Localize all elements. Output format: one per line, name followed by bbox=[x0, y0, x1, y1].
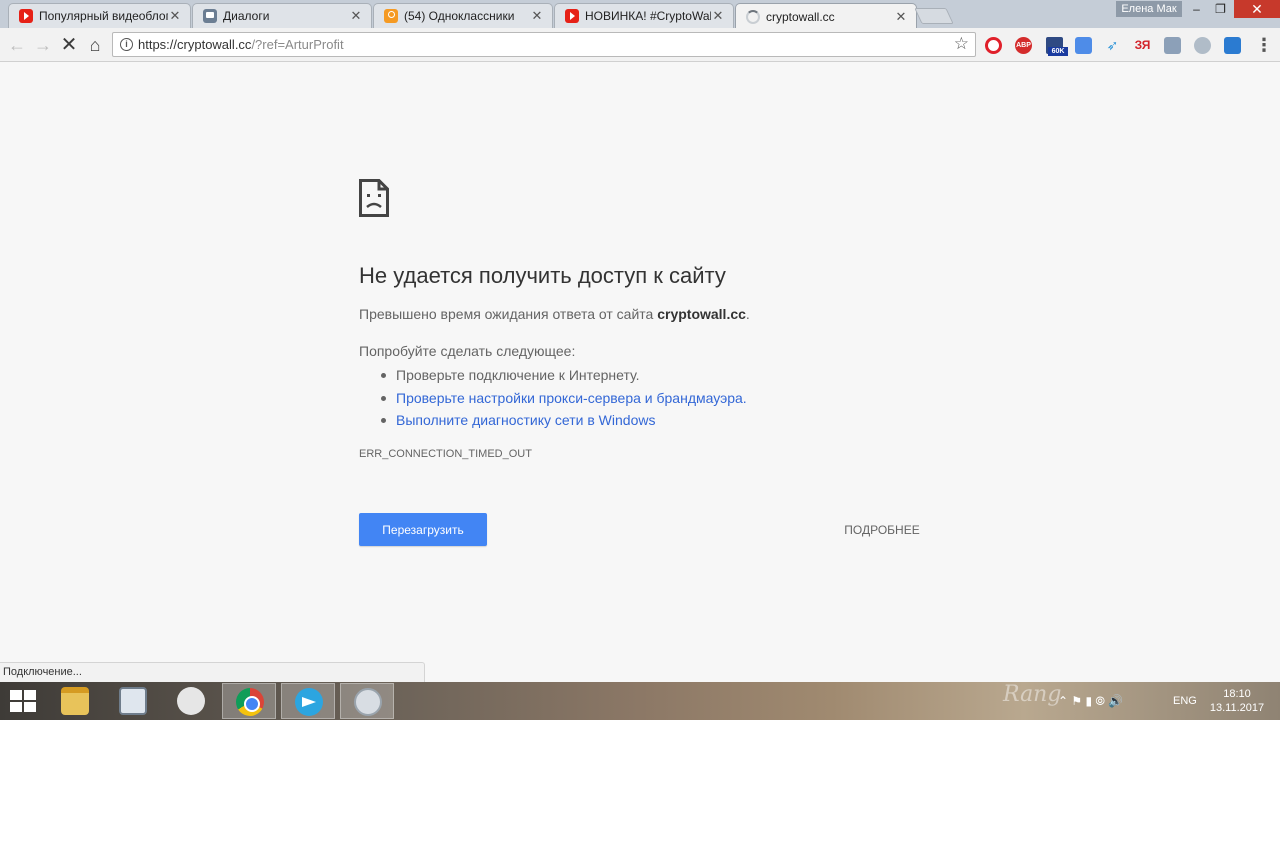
extension-badge: 60K bbox=[1048, 47, 1068, 56]
puzzle-extension-icon[interactable] bbox=[1164, 37, 1181, 54]
browser-menu-icon[interactable]: ⋮ bbox=[1254, 35, 1274, 55]
tab-title: Популярный видеоблог bbox=[39, 9, 168, 23]
taskbar-clock[interactable]: 18:10 13.11.2017 bbox=[1205, 687, 1269, 715]
restore-button[interactable]: ❐ bbox=[1207, 0, 1234, 18]
bird-extension-icon[interactable]: ➶ bbox=[1104, 37, 1121, 54]
tab-close-icon[interactable]: ✕ bbox=[168, 8, 182, 24]
palette-icon bbox=[354, 688, 382, 716]
vk-icon bbox=[203, 9, 217, 23]
url-host: https://cryptowall.cc bbox=[138, 37, 252, 52]
summary-prefix: Превышено время ожидания ответа от сайта bbox=[359, 306, 658, 322]
suggestion-check-connection: Проверьте подключение к Интернету. bbox=[381, 364, 747, 387]
wallpaper-watermark: Rang bbox=[1003, 682, 1062, 707]
error-code: ERR_CONNECTION_TIMED_OUT bbox=[359, 448, 532, 460]
clock-date: 13.11.2017 bbox=[1209, 702, 1265, 714]
stop-loading-button[interactable]: ✕ bbox=[56, 32, 82, 58]
back-button[interactable]: ← bbox=[4, 32, 30, 58]
suggestions-list: Проверьте подключение к Интернету. Прове… bbox=[381, 364, 747, 432]
windows-taskbar: Rang ⌃ ⚑ ▮ ⦾ 🔊 ENG 18:10 13.11.2017 bbox=[0, 682, 1280, 720]
clock-time: 18:10 bbox=[1223, 688, 1251, 700]
telegram-icon bbox=[295, 688, 323, 716]
tab-close-icon[interactable]: ✕ bbox=[894, 9, 908, 25]
opera-extension-icon[interactable] bbox=[985, 37, 1002, 54]
profile-button[interactable]: Елена Мак bbox=[1116, 1, 1182, 17]
summary-suffix: . bbox=[745, 306, 750, 322]
youtube-icon bbox=[565, 9, 579, 23]
windows-start-button[interactable] bbox=[10, 690, 36, 712]
suggestion-windows-diagnostics-link[interactable]: Выполните диагностику сети в Windows bbox=[381, 409, 747, 432]
calculator-icon bbox=[119, 687, 147, 715]
taskbar-calculator[interactable] bbox=[106, 683, 160, 719]
skype-extension-icon[interactable] bbox=[1194, 37, 1211, 54]
tab-novinka-cryptowall[interactable]: НОВИНКА! #CryptoWall ✕ bbox=[554, 3, 734, 28]
close-window-button[interactable]: ✕ bbox=[1234, 0, 1280, 18]
url-path: /?ref=ArturProfit bbox=[251, 37, 344, 52]
status-bar: Подключение... bbox=[0, 662, 425, 682]
tab-close-icon[interactable]: ✕ bbox=[349, 8, 363, 24]
minimize-button[interactable]: – bbox=[1183, 0, 1210, 18]
taskbar-file-explorer[interactable] bbox=[48, 683, 102, 719]
suggestions-heading: Попробуйте сделать следующее: bbox=[359, 343, 576, 359]
tab-title: Диалоги bbox=[223, 9, 270, 23]
summary-host: cryptowall.cc bbox=[657, 306, 746, 322]
address-bar[interactable]: i https://cryptowall.cc/?ref=ArturProfit… bbox=[112, 32, 976, 57]
loading-spinner-icon bbox=[746, 9, 760, 24]
error-page: Не удается получить доступ к сайту Превы… bbox=[0, 62, 1280, 682]
suggestion-proxy-firewall-link[interactable]: Проверьте настройки прокси-сервера и бра… bbox=[381, 387, 747, 410]
language-indicator[interactable]: ENG bbox=[1173, 695, 1197, 707]
sad-page-icon bbox=[359, 179, 389, 217]
forward-button[interactable]: → bbox=[30, 32, 56, 58]
taskbar-telegram[interactable] bbox=[281, 683, 335, 719]
error-summary: Превышено время ожидания ответа от сайта… bbox=[359, 306, 750, 322]
home-button[interactable]: ⌂ bbox=[82, 32, 108, 58]
bookmark-star-icon[interactable]: ☆ bbox=[954, 34, 969, 54]
adblock-plus-icon[interactable]: ABP bbox=[1015, 37, 1032, 54]
taskbar-snipping-tool[interactable] bbox=[164, 683, 218, 719]
taskbar-paint[interactable] bbox=[340, 683, 394, 719]
chart-extension-icon[interactable] bbox=[1224, 37, 1241, 54]
tab-strip: Популярный видеоблог ✕ Диалоги ✕ (54) Од… bbox=[0, 0, 1280, 29]
error-heading: Не удается получить доступ к сайту bbox=[359, 263, 726, 288]
odnoklassniki-icon bbox=[384, 9, 398, 23]
screen: Популярный видеоблог ✕ Диалоги ✕ (54) Од… bbox=[0, 0, 1280, 720]
yandex-extension-icon[interactable]: ЗЯ bbox=[1134, 37, 1151, 54]
tab-cryptowall-active[interactable]: cryptowall.cc ✕ bbox=[735, 3, 917, 29]
tab-dialogs[interactable]: Диалоги ✕ bbox=[192, 3, 372, 28]
details-button[interactable]: ПОДРОБНЕЕ bbox=[829, 513, 935, 546]
system-tray-icons[interactable]: ⌃ ⚑ ▮ ⦾ 🔊 bbox=[1058, 694, 1123, 709]
translate-extension-icon[interactable] bbox=[1075, 37, 1092, 54]
scissors-icon bbox=[177, 687, 205, 715]
tab-close-icon[interactable]: ✕ bbox=[530, 8, 544, 24]
tab-title: (54) Одноклассники bbox=[404, 9, 515, 23]
reload-button[interactable]: Перезагрузить bbox=[359, 513, 487, 546]
youtube-icon bbox=[19, 9, 33, 23]
tab-close-icon[interactable]: ✕ bbox=[711, 8, 725, 24]
info-icon[interactable]: i bbox=[120, 38, 133, 51]
tab-title: НОВИНКА! #CryptoWall bbox=[585, 9, 711, 23]
browser-toolbar: ← → ✕ ⌂ i https://cryptowall.cc/?ref=Art… bbox=[0, 28, 1280, 62]
new-tab-button[interactable] bbox=[914, 8, 954, 24]
chrome-icon bbox=[236, 688, 264, 716]
taskbar-chrome[interactable] bbox=[222, 683, 276, 719]
url-text[interactable]: https://cryptowall.cc/?ref=ArturProfit bbox=[138, 37, 344, 52]
tab-title: cryptowall.cc bbox=[766, 9, 835, 24]
tab-popular-videoblog[interactable]: Популярный видеоблог ✕ bbox=[8, 3, 191, 28]
tab-odnoklassniki[interactable]: (54) Одноклассники ✕ bbox=[373, 3, 553, 28]
folder-icon bbox=[61, 687, 89, 715]
